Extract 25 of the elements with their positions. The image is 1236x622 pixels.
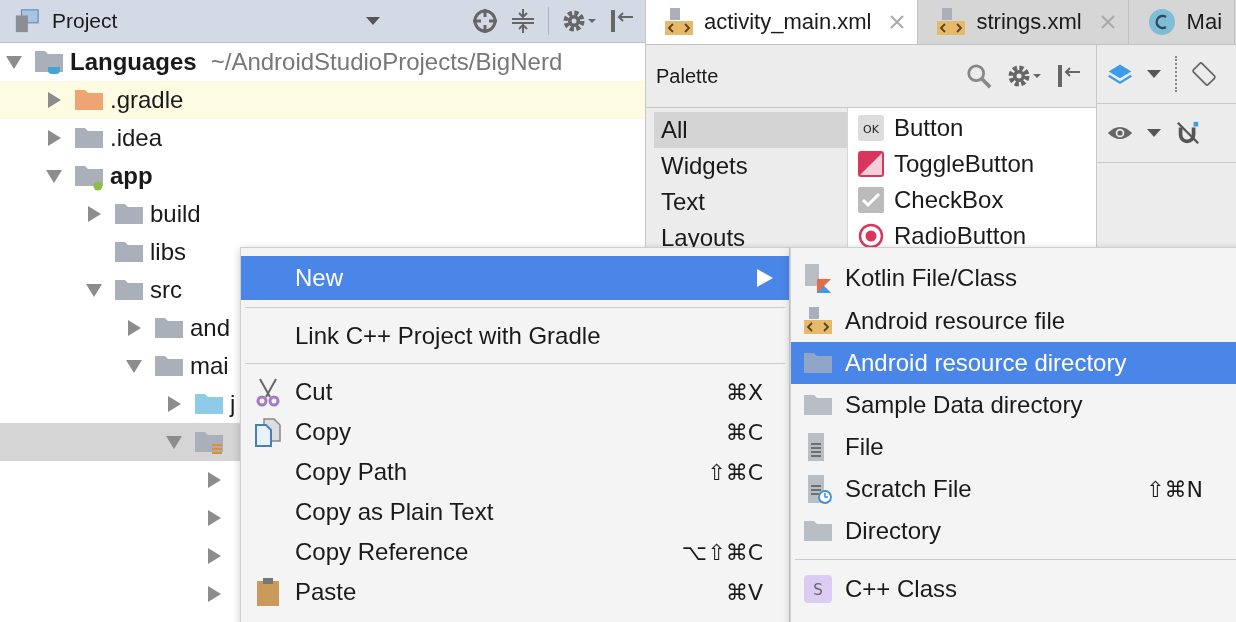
shortcut-text: ⌘V (725, 579, 763, 605)
tree-item-label: j (230, 390, 236, 418)
tree-item-label: Languages (70, 48, 197, 76)
tree-item-label: .idea (110, 124, 163, 152)
palette-item-label: ToggleButton (894, 150, 1035, 178)
tree-item-label: build (150, 200, 201, 228)
project-path: ~/AndroidStudioProjects/BigNerd (210, 48, 563, 76)
tree-item-label: and (190, 314, 231, 342)
palette-item-label: Button (894, 114, 964, 142)
panel-title: Project (52, 9, 119, 33)
palette-item-label: RadioButton (894, 222, 1027, 250)
palette-title: Palette (656, 64, 720, 88)
tree-item-label: mai (190, 352, 229, 380)
palette-item-label: CheckBox (894, 186, 1004, 214)
shortcut-text: ⌘C (725, 419, 763, 445)
tree-item-label: src (150, 276, 182, 304)
shortcut-text: ⇧⌘N (1146, 476, 1203, 502)
shortcut-text: ⌥⇧⌘C (681, 539, 763, 565)
tree-item-label: .gradle (110, 86, 184, 114)
tree-item-label: app (110, 162, 153, 190)
cpp-class-icon: S (803, 574, 833, 604)
tree-item-label: libs (150, 238, 186, 266)
shortcut-text: ⇧⌘C (707, 459, 763, 485)
button-widget-icon: OK (858, 115, 884, 141)
shortcut-text: ⌘X (725, 379, 763, 405)
